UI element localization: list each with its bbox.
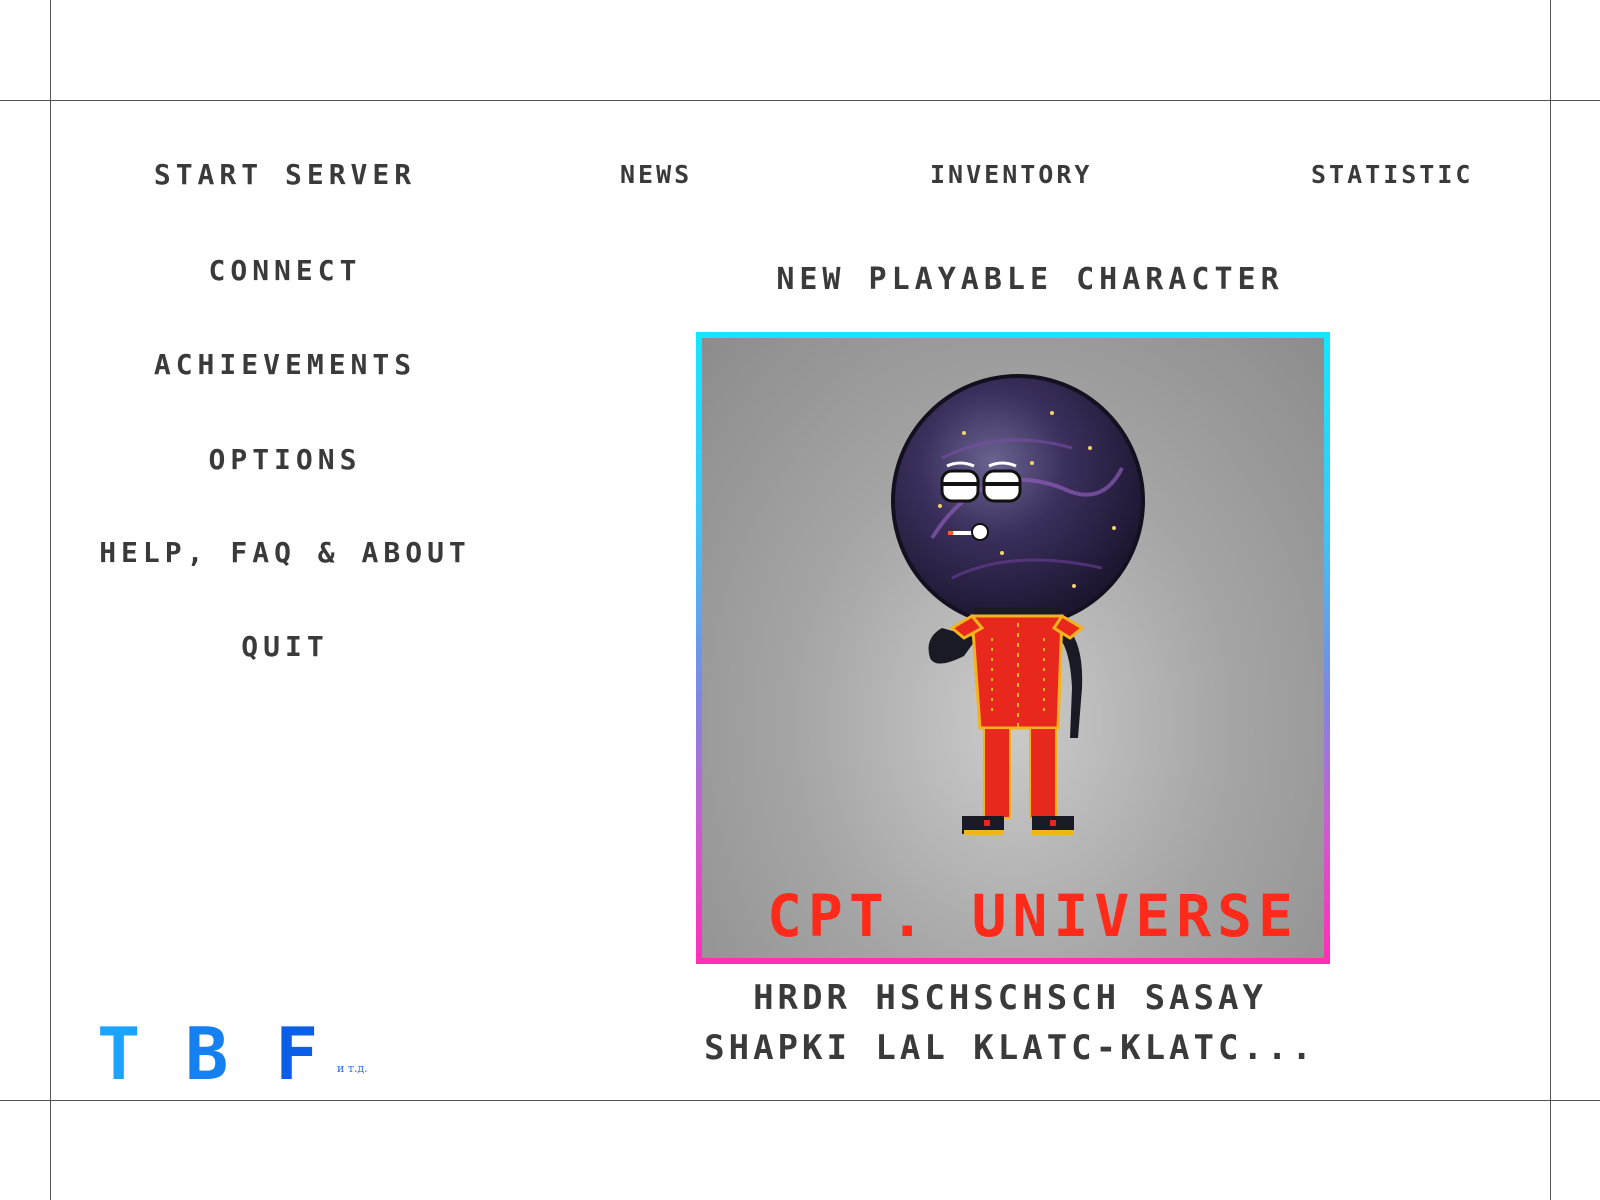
character-card-inner: CPT. UNIVERSE (702, 338, 1324, 958)
help-faq-about-button[interactable]: HELP, FAQ & ABOUT (80, 536, 490, 569)
logo-suffix: и т.д. (337, 1062, 368, 1075)
character-name: CPT. UNIVERSE (767, 882, 1299, 950)
tab-news[interactable]: NEWS (620, 160, 692, 189)
connect-button[interactable]: CONNECT (80, 254, 490, 287)
guide-line-right (1550, 0, 1551, 1200)
character-description-line-1: HRDR HSCHSCHSCH SASAY (753, 978, 1267, 1018)
guide-line-bottom (0, 1100, 1600, 1101)
character-card[interactable]: CPT. UNIVERSE (696, 332, 1330, 964)
news-heading: NEW PLAYABLE CHARACTER (776, 262, 1284, 297)
logo-letter-t: T (97, 1012, 141, 1096)
tab-statistic[interactable]: STATISTIC (1311, 160, 1473, 189)
logo-letter-f: F (275, 1012, 319, 1096)
character-description-line-2: SHAPKI LAL KLATC-KLATC... (704, 1028, 1316, 1068)
logo-letter-b: B (185, 1012, 229, 1096)
character-sprite (891, 374, 1145, 835)
achievements-button[interactable]: ACHIEVEMENTS (80, 348, 490, 381)
guide-line-left (50, 0, 51, 1200)
quit-button[interactable]: QUIT (80, 630, 490, 663)
options-button[interactable]: OPTIONS (80, 443, 490, 476)
guide-line-top (0, 100, 1600, 101)
tab-inventory[interactable]: INVENTORY (930, 160, 1092, 189)
start-server-button[interactable]: START SERVER (80, 158, 490, 191)
